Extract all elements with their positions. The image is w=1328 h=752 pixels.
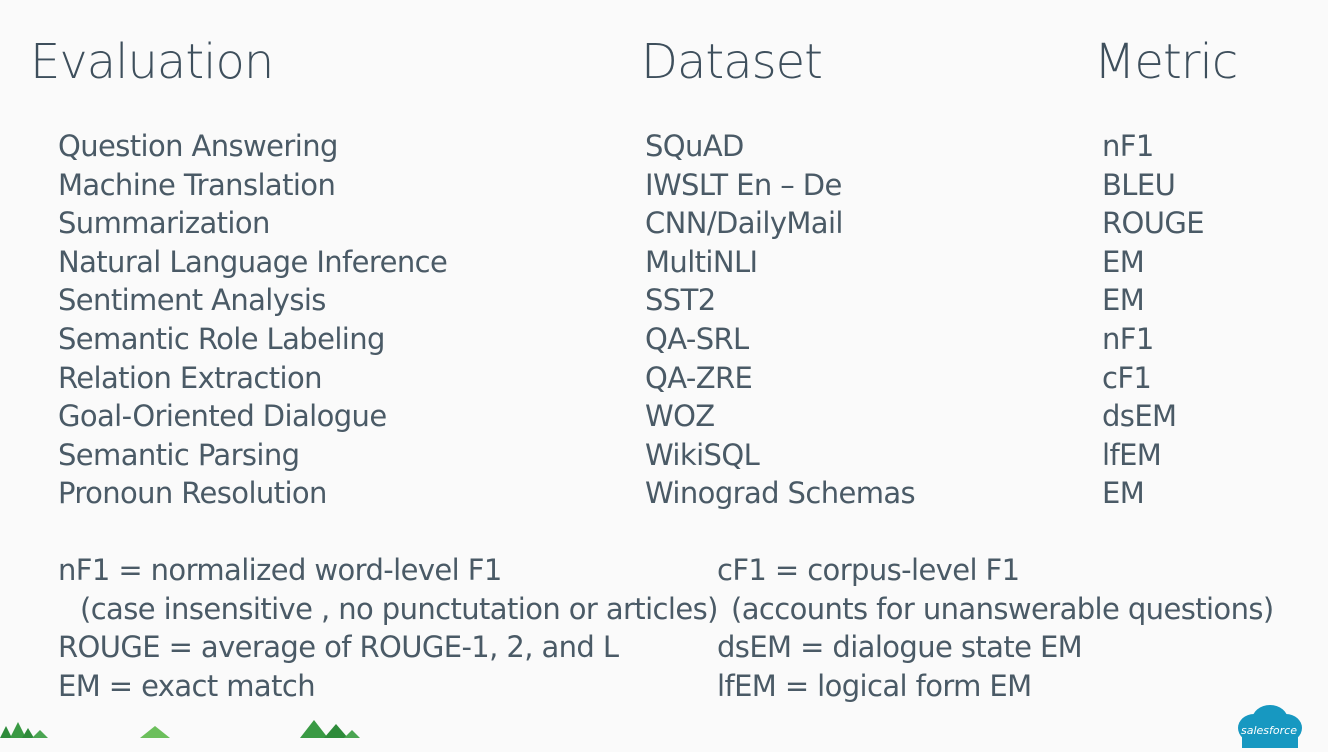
header-evaluation: Evaluation — [30, 34, 274, 90]
legend-right: cF1 = corpus-level F1 (accounts for unan… — [717, 551, 1274, 705]
dataset-cell: Winograd Schemas — [645, 476, 916, 511]
task-column: Question Answering Machine Translation S… — [58, 127, 448, 513]
dataset-cell: QA-SRL — [645, 321, 749, 356]
legend-rouge: ROUGE = average of ROUGE-1, 2, and L — [58, 630, 619, 665]
metric-cell: nF1 — [1102, 321, 1154, 356]
legend-nf1: nF1 = normalized word-level F1 — [58, 553, 502, 587]
metric-cell: cF1 — [1102, 360, 1152, 395]
logo-text: salesforce — [1241, 724, 1297, 737]
task-cell: Natural Language Inference — [58, 244, 448, 279]
metric-cell: BLEU — [1102, 167, 1176, 202]
task-cell: Pronoun Resolution — [58, 476, 327, 511]
task-cell: Question Answering — [58, 129, 338, 163]
trees-decoration — [0, 720, 360, 738]
task-cell: Semantic Role Labeling — [58, 321, 385, 356]
dataset-cell: WikiSQL — [645, 437, 760, 472]
dataset-cell: QA-ZRE — [645, 360, 753, 395]
dataset-cell: SST2 — [645, 283, 716, 318]
legend-left: nF1 = normalized word-level F1 (case ins… — [58, 551, 718, 705]
metric-cell: nF1 — [1102, 129, 1154, 163]
dataset-cell: CNN/DailyMail — [645, 206, 843, 241]
metric-cell: dsEM — [1102, 399, 1177, 434]
task-cell: Summarization — [58, 206, 270, 241]
dataset-column: SQuAD IWSLT En – De CNN/DailyMail MultiN… — [645, 127, 916, 513]
dataset-cell: SQuAD — [645, 129, 744, 163]
header-dataset: Dataset — [641, 34, 823, 90]
task-cell: Goal-Oriented Dialogue — [58, 399, 387, 434]
metric-cell: ROUGE — [1102, 206, 1205, 241]
legend-lfem: lfEM = logical form EM — [717, 668, 1032, 703]
dataset-cell: MultiNLI — [645, 244, 758, 279]
task-cell: Relation Extraction — [58, 360, 323, 395]
legend-em: EM = exact match — [58, 668, 316, 703]
legend-cf1: cF1 = corpus-level F1 — [717, 553, 1020, 587]
dataset-cell: WOZ — [645, 399, 715, 434]
legend-nf1-note: (case insensitive , no punctutation or a… — [80, 591, 718, 626]
legend-dsem: dsEM = dialogue state EM — [717, 630, 1083, 665]
slide: Evaluation Dataset Metric Question Answe… — [0, 0, 1328, 748]
salesforce-logo: salesforce — [1232, 704, 1306, 748]
task-cell: Sentiment Analysis — [58, 283, 326, 318]
metric-cell: EM — [1102, 476, 1145, 511]
header-metric: Metric — [1094, 34, 1238, 90]
task-cell: Machine Translation — [58, 167, 336, 202]
metric-cell: EM — [1102, 283, 1145, 318]
metric-column: nF1 BLEU ROUGE EM EM nF1 cF1 dsEM lfEM E… — [1102, 127, 1205, 513]
metric-cell: lfEM — [1102, 437, 1162, 472]
legend-cf1-note: (accounts for unanswerable questions) — [731, 591, 1274, 626]
dataset-cell: IWSLT En – De — [645, 167, 842, 202]
metric-cell: EM — [1102, 244, 1145, 279]
task-cell: Semantic Parsing — [58, 437, 300, 472]
